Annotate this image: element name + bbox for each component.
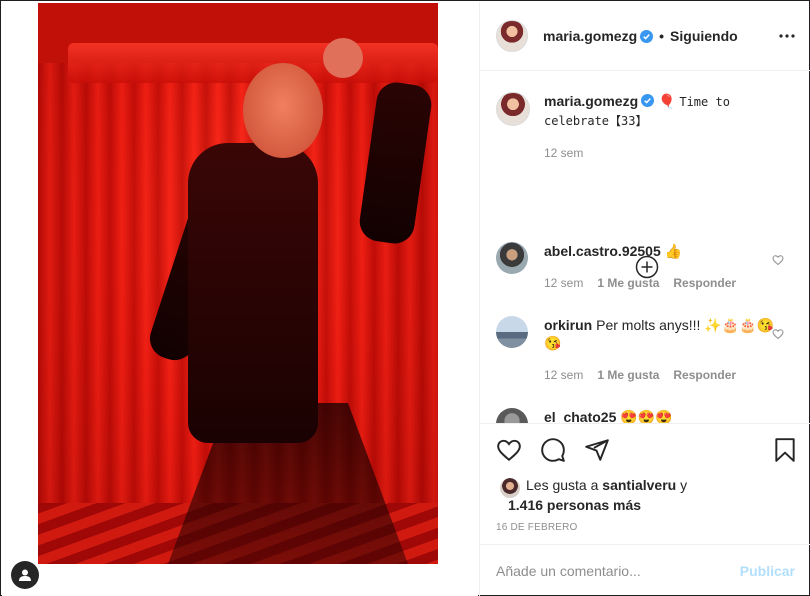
post-media — [2, 2, 478, 596]
reply-button[interactable]: Responder — [673, 274, 736, 292]
comment-text: 👍 — [664, 243, 683, 259]
comment-composer: Publicar — [480, 544, 810, 596]
commenter-avatar[interactable] — [496, 316, 528, 348]
more-options-icon[interactable] — [777, 26, 797, 46]
caption-username[interactable]: maria.gomezg — [544, 93, 638, 109]
liker-username[interactable]: santialveru — [602, 477, 676, 493]
liker-avatar[interactable] — [500, 478, 520, 498]
post-photo[interactable] — [38, 3, 438, 564]
post-details-panel: maria.gomezg • Siguiendo maria.gomezg 🎈 … — [479, 2, 810, 596]
share-paper-plane-icon[interactable] — [584, 437, 610, 463]
verified-badge-icon — [641, 94, 655, 107]
likes-count-link[interactable]: 1.416 personas más — [500, 495, 800, 515]
verified-badge-icon — [640, 29, 654, 43]
comment-time[interactable]: 12 sem — [544, 274, 583, 292]
comment-input[interactable] — [496, 562, 740, 579]
comment-bubble-icon[interactable] — [540, 437, 566, 463]
commenter-username[interactable]: el_chato25 — [544, 409, 616, 423]
commenter-avatar[interactable] — [496, 242, 528, 274]
like-comment-heart-icon[interactable] — [772, 328, 784, 340]
like-heart-icon[interactable] — [496, 437, 522, 463]
commenter-avatar[interactable] — [496, 408, 528, 423]
likes-summary: Les gusta a santialveru y 1.416 personas… — [500, 475, 800, 515]
publish-button[interactable]: Publicar — [740, 563, 795, 579]
caption-author-avatar[interactable] — [496, 92, 530, 126]
commenter-username[interactable]: abel.castro.92505 — [544, 243, 661, 259]
comment-text: 😍😍😍 — [620, 409, 673, 423]
dancer-figure — [188, 143, 318, 443]
balloon-emoji: 🎈 — [658, 93, 676, 109]
like-comment-heart-icon[interactable] — [772, 254, 784, 266]
instagram-post-modal: maria.gomezg • Siguiendo maria.gomezg 🎈 … — [0, 0, 810, 596]
post-date[interactable]: 16 DE FEBRERO — [496, 522, 578, 533]
author-username[interactable]: maria.gomezg — [543, 28, 637, 44]
comment-time[interactable]: 12 sem — [544, 366, 583, 384]
post-actions-section: Les gusta a santialveru y 1.416 personas… — [480, 423, 810, 546]
post-header: maria.gomezg • Siguiendo — [480, 2, 810, 71]
save-bookmark-icon[interactable] — [772, 437, 798, 463]
tagged-users-button[interactable] — [11, 561, 39, 589]
comment-likes-count[interactable]: 1 Me gusta — [597, 366, 659, 384]
reply-button[interactable]: Responder — [673, 366, 736, 384]
author-avatar[interactable] — [496, 20, 528, 52]
user-icon — [19, 569, 31, 581]
separator-dot: • — [659, 28, 665, 44]
caption-time[interactable]: 12 sem — [544, 144, 583, 162]
commenter-username[interactable]: orkirun — [544, 317, 592, 333]
comments-list[interactable]: maria.gomezg 🎈 Time to celebrate【33】 12 … — [480, 72, 810, 423]
comment-likes-count[interactable]: 1 Me gusta — [597, 274, 659, 292]
following-button[interactable]: Siguiendo — [670, 28, 738, 44]
